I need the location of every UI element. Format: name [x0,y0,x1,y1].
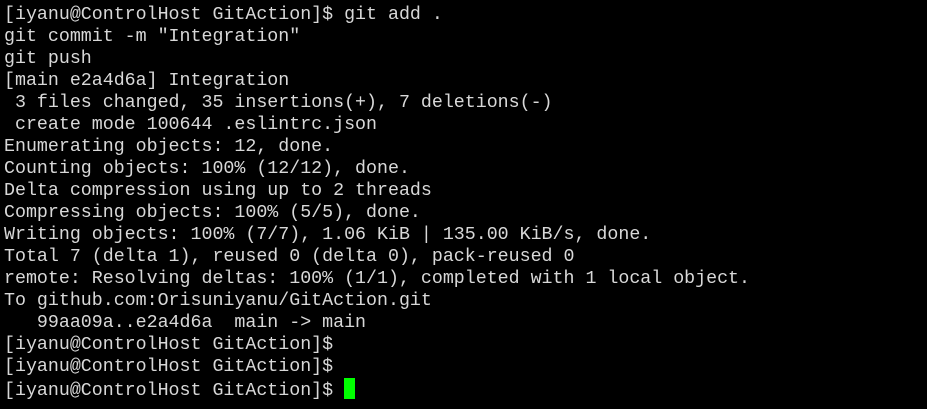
active-prompt-line[interactable]: [iyanu@ControlHost GitAction]$ [4,378,750,401]
terminal-line: 3 files changed, 35 insertions(+), 7 del… [4,93,553,113]
terminal-line: create mode 100644 .eslintrc.json [4,115,377,135]
active-prompt: [iyanu@ControlHost GitAction]$ [4,381,334,401]
terminal-line: Delta compression using up to 2 threads [4,181,432,201]
terminal-line: 99aa09a..e2a4d6a main -> main [4,313,367,333]
terminal-line: [iyanu@ControlHost GitAction]$ [4,357,334,377]
terminal-line: Compressing objects: 100% (5/5), done. [4,203,421,223]
terminal-line: Enumerating objects: 12, done. [4,137,334,157]
terminal-line: To github.com:Orisuniyanu/GitAction.git [4,291,432,311]
terminal-window[interactable]: [iyanu@ControlHost GitAction]$ git add .… [0,0,927,409]
terminal-output: [iyanu@ControlHost GitAction]$ git add .… [4,4,750,401]
text-cursor [344,378,356,399]
terminal-line: remote: Resolving deltas: 100% (1/1), co… [4,269,750,289]
terminal-line: [iyanu@ControlHost GitAction]$ git add . [4,5,443,25]
terminal-line: Counting objects: 100% (12/12), done. [4,159,410,179]
terminal-line: [main e2a4d6a] Integration [4,71,290,91]
terminal-line: git push [4,49,92,69]
terminal-line: [iyanu@ControlHost GitAction]$ [4,335,334,355]
terminal-line: Writing objects: 100% (7/7), 1.06 KiB | … [4,225,652,245]
terminal-line: git commit -m "Integration" [4,27,301,47]
terminal-line: Total 7 (delta 1), reused 0 (delta 0), p… [4,247,575,267]
